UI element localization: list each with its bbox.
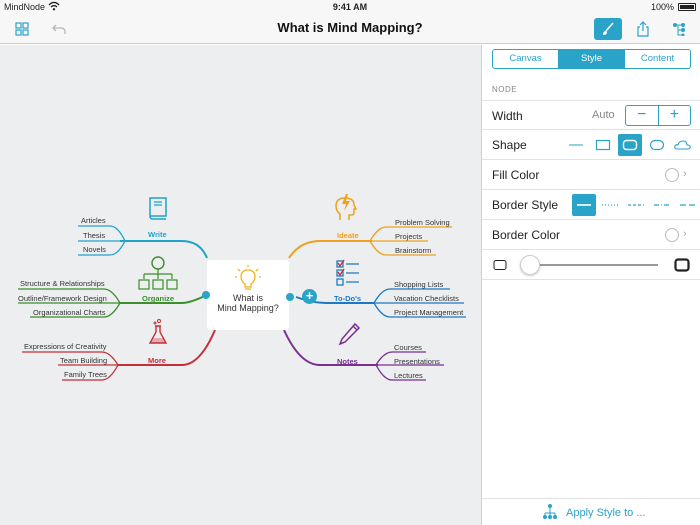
more-item-team-building[interactable]: Team Building bbox=[60, 356, 107, 365]
apply-style-button[interactable]: Apply Style to ... bbox=[482, 498, 700, 525]
node-handle-left[interactable] bbox=[202, 291, 210, 299]
write-item-thesis[interactable]: Thesis bbox=[83, 231, 105, 240]
organize-item-org-charts[interactable]: Organizational Charts bbox=[33, 308, 106, 317]
central-node-line1: What is bbox=[232, 293, 263, 303]
style-brush-button[interactable] bbox=[594, 18, 622, 40]
border-style-row: Border Style bbox=[482, 190, 700, 220]
apply-tree-icon bbox=[543, 504, 557, 519]
battery-icon bbox=[678, 3, 696, 11]
branch-organize-title[interactable]: Organize bbox=[142, 294, 174, 303]
tab-style[interactable]: Style bbox=[559, 50, 625, 68]
border-width-slider-knob[interactable] bbox=[520, 255, 540, 275]
style-inspector: Canvas Style Content NODE Width Auto − +… bbox=[481, 45, 700, 525]
status-time: 9:41 AM bbox=[332, 2, 368, 12]
write-item-novels[interactable]: Novels bbox=[83, 245, 106, 254]
todos-item-shopping[interactable]: Shopping Lists bbox=[394, 280, 443, 289]
shape-label: Shape bbox=[492, 138, 527, 152]
organize-item-structure[interactable]: Structure & Relationships bbox=[20, 279, 105, 288]
border-color-swatch[interactable] bbox=[665, 228, 679, 242]
shape-rectangle-option[interactable] bbox=[591, 134, 615, 156]
tab-content[interactable]: Content bbox=[625, 50, 690, 68]
org-chart-icon bbox=[138, 256, 178, 290]
todos-item-project-management[interactable]: Project Management bbox=[394, 308, 463, 317]
notes-item-lectures[interactable]: Lectures bbox=[394, 371, 423, 380]
node-handle-right[interactable] bbox=[286, 293, 294, 301]
pencil-icon bbox=[338, 322, 361, 346]
border-width-row bbox=[482, 250, 700, 280]
write-item-articles[interactable]: Articles bbox=[81, 216, 106, 225]
branch-write-title[interactable]: Write bbox=[148, 230, 167, 239]
flask-icon bbox=[148, 319, 168, 344]
chevron-right-icon: › bbox=[683, 228, 687, 240]
border-width-slider-track[interactable] bbox=[522, 264, 658, 266]
notes-item-courses[interactable]: Courses bbox=[394, 343, 422, 352]
status-bar: MindNode 9:41 AM 100% bbox=[0, 0, 700, 14]
tab-canvas[interactable]: Canvas bbox=[493, 50, 559, 68]
branch-notes-title[interactable]: Notes bbox=[337, 357, 358, 366]
checklist-icon bbox=[336, 259, 359, 286]
todos-item-vacation[interactable]: Vacation Checklists bbox=[394, 294, 459, 303]
width-stepper: − + bbox=[625, 105, 691, 126]
width-label: Width bbox=[492, 109, 523, 123]
toolbar: What is Mind Mapping? bbox=[0, 14, 700, 44]
border-style-label: Border Style bbox=[492, 198, 559, 212]
shape-line-option[interactable] bbox=[564, 134, 588, 156]
shape-rounded-rect-option[interactable] bbox=[618, 134, 642, 156]
branch-more-title[interactable]: More bbox=[148, 356, 166, 365]
border-dotted-option[interactable] bbox=[598, 194, 622, 216]
border-long-dash-option[interactable] bbox=[676, 194, 700, 216]
organize-item-outline[interactable]: Outline/Framework Design bbox=[18, 294, 107, 303]
border-dashed-option[interactable] bbox=[624, 194, 648, 216]
shape-oval-option[interactable] bbox=[645, 134, 669, 156]
lightbulb-icon bbox=[235, 265, 261, 290]
width-row: Width Auto − + bbox=[482, 100, 700, 130]
border-solid-option[interactable] bbox=[572, 194, 596, 216]
ideate-item-projects[interactable]: Projects bbox=[395, 232, 422, 241]
inspector-tabs: Canvas Style Content bbox=[492, 49, 691, 69]
outline-tree-icon[interactable] bbox=[668, 18, 690, 40]
apply-style-label: Apply Style to ... bbox=[566, 507, 646, 519]
fill-color-row[interactable]: Fill Color › bbox=[482, 160, 700, 190]
section-node-header: NODE bbox=[492, 85, 518, 94]
shape-cloud-option[interactable] bbox=[671, 134, 695, 156]
ideate-item-brainstorm[interactable]: Brainstorm bbox=[395, 246, 431, 255]
border-color-label: Border Color bbox=[492, 228, 561, 242]
notes-item-presentations[interactable]: Presentations bbox=[394, 357, 440, 366]
width-value: Auto bbox=[592, 109, 615, 121]
shape-row: Shape bbox=[482, 130, 700, 160]
share-icon[interactable] bbox=[632, 18, 654, 40]
battery-percent: 100% bbox=[650, 2, 674, 12]
thick-border-icon bbox=[674, 258, 690, 272]
branch-todos-title[interactable]: To-Do's bbox=[334, 294, 361, 303]
branch-ideate-title[interactable]: Ideate bbox=[337, 231, 359, 240]
ideate-item-problem-solving[interactable]: Problem Solving bbox=[395, 218, 450, 227]
central-node[interactable]: What is Mind Mapping? bbox=[207, 260, 289, 330]
central-node-line2: Mind Mapping? bbox=[217, 303, 279, 313]
width-decrease-button[interactable]: − bbox=[626, 106, 659, 125]
head-idea-icon bbox=[335, 194, 358, 220]
chevron-right-icon: › bbox=[683, 168, 687, 180]
border-color-row[interactable]: Border Color › bbox=[482, 220, 700, 250]
mindmap-canvas[interactable]: What is Mind Mapping? + Write Articles T… bbox=[0, 45, 481, 525]
width-increase-button[interactable]: + bbox=[659, 106, 691, 125]
more-item-family-trees[interactable]: Family Trees bbox=[64, 370, 107, 379]
thin-border-icon bbox=[493, 260, 507, 270]
fill-color-swatch[interactable] bbox=[665, 168, 679, 182]
fill-color-label: Fill Color bbox=[492, 168, 540, 182]
book-icon bbox=[149, 197, 167, 220]
more-item-creativity[interactable]: Expressions of Creativity bbox=[24, 342, 107, 351]
add-node-button[interactable]: + bbox=[302, 289, 317, 304]
border-dash-dot-option[interactable] bbox=[650, 194, 674, 216]
